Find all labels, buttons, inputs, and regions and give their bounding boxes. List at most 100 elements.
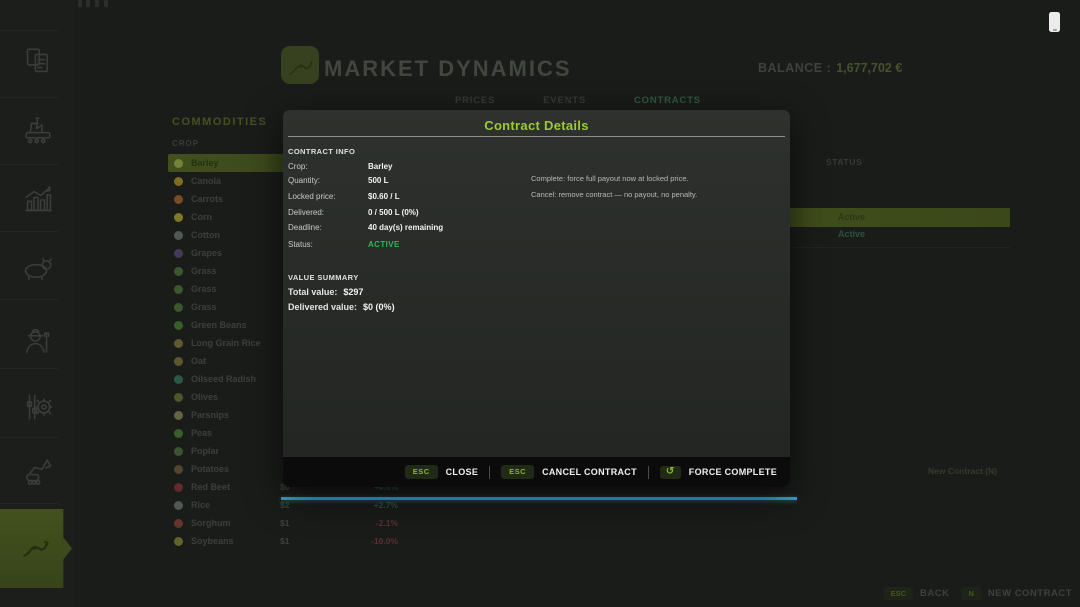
key-badge: ESC [884,587,913,600]
settings-gear-icon [21,390,55,424]
delivered-value-row: Delivered value: $0 (0%) [288,302,395,312]
tabs: PRICES EVENTS CONTRACTS [455,95,701,106]
commodity-change: -2.1% [376,518,398,528]
field-value: 500 L [368,176,388,185]
parsnips-icon [174,411,183,420]
poplar-icon [174,447,183,456]
back-hint[interactable]: ESC BACK [884,587,950,600]
rail-item-construction-excavator[interactable] [0,444,75,500]
balance-value: 1,677,702 € [836,61,902,75]
crop-group-label: CROP [172,139,199,148]
commodity-name: Grass [191,266,217,276]
contract-field-status: Status:ACTIVE [288,238,400,251]
menu-rail [0,0,75,607]
cotton-icon [174,231,183,240]
cancel-contract-button[interactable]: ESC CANCEL CONTRACT [501,465,637,479]
green-beans-icon [174,321,183,330]
rail-divider [0,299,58,300]
commodity-row-soybeans[interactable]: Soybeans $1 -10.0% [168,532,400,550]
footer-hints: ESC BACK NNEW CONTRACT [884,587,1072,600]
soybeans-icon [174,537,183,546]
force-complete-button[interactable]: ↺FORCE COMPLETE [660,466,777,479]
construction-excavator-icon [21,455,55,489]
commodity-name: Long Grain Rice [191,338,261,348]
delivered-value-label: Delivered value: [288,302,357,312]
rail-item-animals[interactable] [0,239,75,295]
long-grain-rice-icon [174,339,183,348]
button-label: CANCEL CONTRACT [542,467,637,477]
commodity-change: -10.0% [371,536,398,546]
commodity-name: Peas [191,428,212,438]
button-label: CLOSE [446,467,479,477]
rail-item-settings-gear[interactable] [0,379,75,435]
modal-title: Contract Details [283,118,790,133]
complete-note: Complete: force full payout now at locke… [531,174,689,183]
olives-icon [174,393,183,402]
key-badge: N [961,587,980,600]
rail-item-market-dynamics[interactable] [0,509,72,588]
esc-key-badge: ESC [501,465,534,479]
sorghum-icon [174,519,183,528]
contracts-documents-icon [21,44,55,78]
commodity-name: Sorghum [191,518,231,528]
commodity-name: Oat [191,356,206,366]
tab-events[interactable]: EVENTS [543,95,586,106]
close-button[interactable]: ESCCLOSE [405,465,478,479]
commodity-name: Oilseed Radish [191,374,256,384]
field-label: Delivered: [288,208,368,217]
grass-icon [174,267,183,276]
rail-divider [0,503,58,504]
new-contract-hint[interactable]: NNEW CONTRACT [961,587,1072,600]
commodity-name: Carrots [191,194,223,204]
contract-details-modal: Contract Details CONTRACT INFO Crop:Barl… [283,110,790,487]
tab-prices[interactable]: PRICES [455,95,495,106]
commodity-name: Olives [191,392,218,402]
grapes-icon [174,249,183,258]
new-contract-hint[interactable]: New Contract (N) [928,466,997,476]
field-value: ACTIVE [368,240,400,249]
field-value: $0.60 / L [368,192,400,201]
contract-status[interactable]: Active [838,229,865,239]
rail-item-finances-chart[interactable] [0,172,75,228]
cancel-note: Cancel: remove contract — no payout, no … [531,190,697,199]
market-dynamics-leaf-icon [281,46,319,84]
contract-field-deadline: Deadline:40 day(s) remaining [288,221,443,234]
commodity-name: Grass [191,284,217,294]
rail-item-production[interactable] [0,102,75,158]
total-value: $297 [343,287,363,297]
oat-icon [174,357,183,366]
red-beet-icon [174,483,183,492]
commodities-panel-title: COMMODITIES [172,116,267,128]
field-value: Barley [368,162,392,171]
rail-divider [0,437,58,438]
commodity-row-sorghum[interactable]: Sorghum $1 -2.1% [168,514,400,532]
canola-icon [174,177,183,186]
peas-icon [174,429,183,438]
partial-glyph-icon [76,0,116,10]
commodity-price: $1 [280,518,289,528]
rail-divider [0,164,58,165]
commodity-name: Soybeans [191,536,234,546]
hint-label: BACK [920,588,949,599]
barley-icon [174,159,183,168]
rail-divider [0,30,58,31]
commodity-price: $1 [280,536,289,546]
commodity-name: Barley [191,158,219,168]
commodity-name: Canola [191,176,221,186]
commodity-price: $2 [280,500,289,510]
commodity-name: Grapes [191,248,222,258]
commodity-name: Rice [191,500,210,510]
farmer-icon [21,324,55,358]
delivered-value: $0 (0%) [363,302,395,312]
button-separator [648,466,649,479]
field-value: 0 / 500 L (0%) [368,208,419,217]
rail-item-farmer[interactable] [0,313,75,369]
modal-buttons: ESCCLOSE ESC CANCEL CONTRACT ↺FORCE COMPLET… [283,457,790,487]
rail-item-contracts-documents[interactable] [0,33,75,89]
commodity-name: Cotton [191,230,220,240]
phone-icon [1049,12,1060,32]
tab-contracts[interactable]: CONTRACTS [634,95,701,106]
potatoes-icon [174,465,183,474]
selected-row-indicator [281,497,797,500]
commodity-name: Poplar [191,446,219,456]
